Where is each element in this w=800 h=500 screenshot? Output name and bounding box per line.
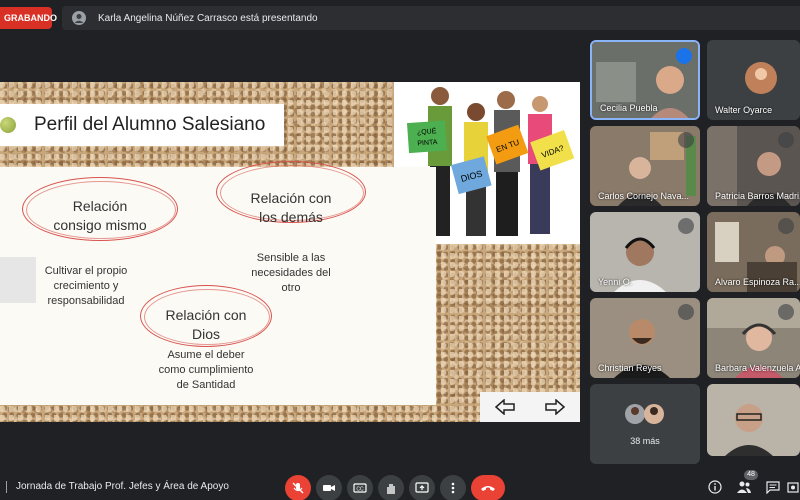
bubble-1-desc-line1: Cultivar el propio — [44, 265, 128, 277]
leave-call-button[interactable] — [471, 475, 505, 500]
participant-name: Barbara Valenzuela A... — [715, 363, 800, 373]
bubble-3-title-line1: Relación con — [165, 307, 247, 323]
mic-off-icon — [778, 218, 794, 234]
hand-icon — [387, 484, 395, 494]
bubble-3-desc-line3: de Santidad — [176, 379, 236, 391]
participant-tile[interactable]: Alvaro Espinoza Ra... — [707, 212, 800, 292]
arrow-left-icon[interactable] — [494, 399, 516, 415]
mic-off-icon — [678, 218, 694, 234]
more-vert-icon — [451, 482, 455, 494]
participant-tile[interactable]: Christian Reyes — [590, 298, 700, 378]
bubble-1-desc-line2: crecimiento y — [53, 280, 119, 292]
chat-button[interactable] — [764, 478, 782, 496]
bubble-1-title: Relación consigo mismo — [22, 197, 178, 235]
slide-title-box: Perfil del Alumno Salesiano — [0, 104, 284, 146]
bubble-1-desc-line3: responsabilidad — [47, 295, 125, 307]
bubble-2-title-line2: los demás — [259, 209, 323, 225]
arrow-right-icon[interactable] — [544, 399, 566, 415]
more-participants-tile[interactable]: 38 más — [590, 384, 700, 464]
present-button[interactable] — [409, 475, 435, 500]
mic-toggle-button[interactable] — [285, 475, 311, 500]
captions-icon: CC — [353, 483, 367, 493]
chat-icon — [766, 481, 780, 494]
people-button[interactable] — [735, 478, 753, 496]
participant-tile[interactable]: Yenni O. — [590, 212, 700, 292]
mic-off-icon — [292, 482, 304, 494]
bubble-3-title: Relación con Dios — [140, 306, 272, 344]
participant-tile[interactable]: Carlos Cornejo Nava... — [590, 126, 700, 206]
more-options-button[interactable] — [440, 475, 466, 500]
bubble-2-desc: Sensible a las necesidades del otro — [226, 251, 356, 296]
participant-avatars-stack — [625, 404, 664, 424]
bubble-3-desc-line2: como cumplimiento — [158, 364, 254, 376]
participant-tile[interactable] — [707, 384, 800, 456]
meeting-details-button[interactable] — [706, 478, 724, 496]
presenting-text: Karla Angelina Núñez Carrasco está prese… — [98, 12, 318, 24]
raise-hand-button[interactable] — [378, 475, 404, 500]
camera-icon — [323, 485, 335, 491]
activities-icon — [787, 482, 799, 493]
participant-name: Carlos Cornejo Nava... — [598, 191, 690, 201]
slide-placeholder-square — [0, 257, 36, 303]
bubble-3-title-line2: Dios — [191, 326, 220, 342]
slide-content-panel: Relación consigo mismo Cultivar el propi… — [0, 161, 436, 405]
participant-name: Alvaro Espinoza Ra... — [715, 277, 800, 287]
recording-badge: GRABANDO — [0, 7, 57, 29]
bubble-2-desc-line1: Sensible a las — [256, 252, 326, 264]
people-icon — [737, 481, 751, 493]
presenting-banner: Karla Angelina Núñez Carrasco está prese… — [62, 6, 800, 30]
participant-tile[interactable]: Cecilia Puebla — [590, 40, 700, 120]
bubble-2-desc-line2: necesidades del — [251, 267, 331, 279]
participant-tile[interactable]: Patricia Barros Madri... — [707, 126, 800, 206]
mic-off-icon — [778, 132, 794, 148]
activities-button[interactable] — [786, 478, 800, 496]
more-participants-label: 38 más — [630, 436, 660, 446]
title-separator — [6, 481, 7, 493]
bullet-icon — [0, 117, 16, 133]
svg-text:CC: CC — [356, 487, 364, 493]
hang-up-icon — [481, 486, 495, 491]
participant-tile[interactable]: Barbara Valenzuela A... — [707, 298, 800, 378]
photo-sign-2: PINTA — [417, 139, 438, 147]
captions-button[interactable]: CC — [347, 475, 373, 500]
bubble-1-title-line1: Relación — [72, 198, 128, 214]
bubble-2-title: Relación con los demás — [216, 189, 366, 227]
speaking-icon — [676, 48, 692, 64]
presenter-avatar-icon — [72, 11, 86, 25]
participant-name: Christian Reyes — [598, 363, 662, 373]
participant-name: Walter Oyarce — [715, 105, 773, 115]
bubble-2-title-line1: Relación con — [250, 190, 332, 206]
meeting-title: Jornada de Trabajo Prof. Jefes y Área de… — [16, 481, 229, 492]
bubble-1-desc: Cultivar el propio crecimiento y respons… — [26, 264, 146, 309]
slide-title: Perfil del Alumno Salesiano — [34, 114, 266, 135]
present-icon — [415, 482, 429, 493]
bubble-3-desc: Asume el deber como cumplimiento de Sant… — [140, 348, 272, 393]
participant-name: Cecilia Puebla — [600, 103, 658, 113]
participant-name: Yenni O. — [598, 277, 633, 287]
bubble-3-desc-line1: Asume el deber — [167, 349, 245, 361]
shared-slide: Perfil del Alumno Salesiano ¿QUÉ PINTA D… — [0, 82, 580, 422]
info-icon — [708, 480, 722, 494]
slide-nav — [480, 392, 580, 422]
participant-tile[interactable]: Walter Oyarce — [707, 40, 800, 120]
mic-off-icon — [678, 132, 694, 148]
mic-off-icon — [778, 304, 794, 320]
participant-count-badge: 48 — [744, 470, 758, 480]
bubble-1-title-line2: consigo mismo — [53, 217, 147, 233]
participant-name: Patricia Barros Madri... — [715, 191, 800, 201]
camera-toggle-button[interactable] — [316, 475, 342, 500]
participant-video — [707, 384, 800, 456]
mic-off-icon — [678, 304, 694, 320]
